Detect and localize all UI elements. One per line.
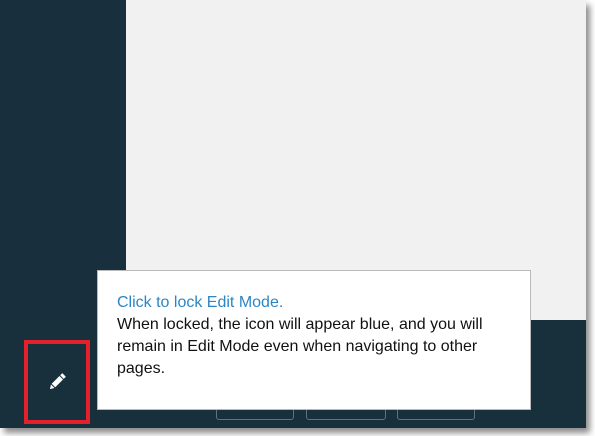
edit-mode-button[interactable] bbox=[24, 340, 90, 424]
edit-mode-tooltip: Click to lock Edit Mode. When locked, th… bbox=[97, 270, 531, 410]
tooltip-title: Click to lock Edit Mode. bbox=[117, 294, 284, 311]
pencil-icon bbox=[49, 373, 66, 390]
tooltip-body: When locked, the icon will appear blue, … bbox=[117, 316, 483, 377]
app-window: Click to lock Edit Mode. When locked, th… bbox=[0, 0, 586, 428]
